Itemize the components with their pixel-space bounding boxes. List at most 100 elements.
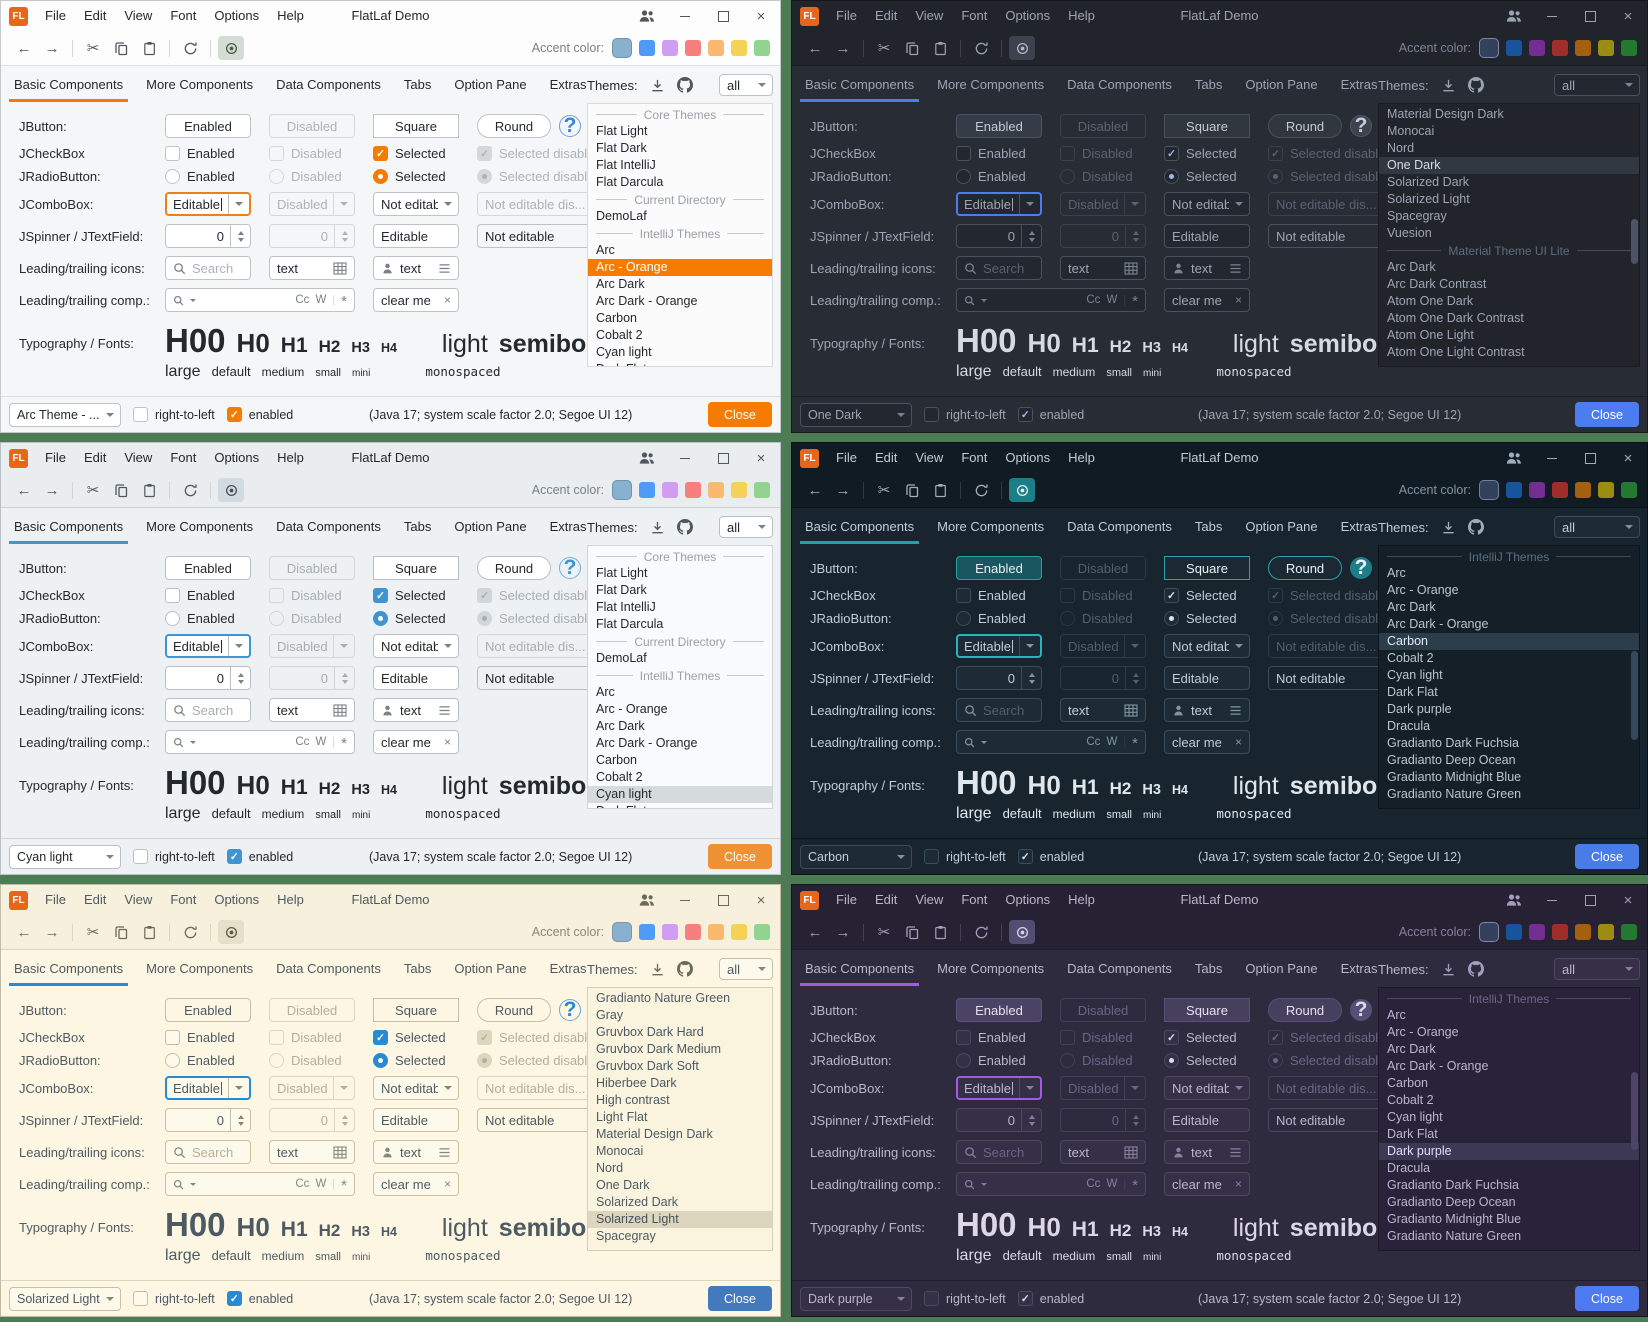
menu-font[interactable]: Font — [161, 885, 205, 915]
round-button[interactable]: Round — [1268, 998, 1342, 1022]
list-icon[interactable] — [438, 705, 451, 716]
text-input-calendar[interactable]: text — [1060, 1140, 1146, 1164]
theme-list-item[interactable]: Atom One Dark Contrast — [1379, 310, 1639, 327]
accent-swatch-6[interactable] — [731, 482, 747, 498]
enabled-checkbox[interactable]: ✓ — [227, 849, 242, 864]
paste-icon[interactable] — [927, 920, 953, 944]
accent-swatch-2[interactable] — [1506, 40, 1522, 56]
tab-basic-components[interactable]: Basic Components — [800, 954, 919, 986]
close-window-button[interactable]: × — [1609, 443, 1647, 473]
accent-swatch-1[interactable] — [1479, 38, 1499, 58]
maximize-button[interactable] — [1571, 1, 1609, 31]
tab-more-components[interactable]: More Components — [932, 954, 1049, 986]
copy-icon[interactable] — [108, 478, 134, 502]
download-icon[interactable] — [1441, 520, 1456, 535]
help-button-primary[interactable]: ? — [1350, 115, 1372, 137]
chevron-down-icon[interactable] — [190, 1183, 196, 1186]
textfield-editable[interactable]: Editable — [373, 666, 459, 690]
menu-options[interactable]: Options — [205, 885, 268, 915]
table-icon[interactable] — [1124, 262, 1138, 275]
theme-list-item[interactable]: Arc Dark — [588, 276, 772, 293]
rtl-checkbox[interactable] — [924, 1291, 939, 1306]
tab-extras[interactable]: Extras — [545, 70, 592, 102]
theme-list-item[interactable]: Nord — [1379, 140, 1639, 157]
cut-icon[interactable]: ✂ — [871, 920, 897, 944]
square-button[interactable]: Square — [373, 114, 459, 138]
theme-list-item[interactable]: Atom One Light — [1379, 327, 1639, 344]
theme-list-item[interactable]: Arc Dark Contrast — [1379, 276, 1639, 293]
eye-toggle-icon[interactable] — [218, 36, 244, 60]
theme-list-item[interactable]: Cyan light — [588, 344, 772, 361]
close-window-button[interactable]: × — [1609, 1, 1647, 31]
back-button[interactable]: ← — [802, 36, 828, 60]
copy-icon[interactable] — [108, 36, 134, 60]
theme-list-item[interactable]: Gradianto Nature Green — [1379, 1228, 1639, 1245]
menu-help[interactable]: Help — [1059, 1, 1104, 31]
accent-swatch-4[interactable] — [1552, 924, 1568, 940]
github-icon[interactable] — [1468, 961, 1484, 977]
menu-options[interactable]: Options — [205, 443, 268, 473]
accent-swatch-4[interactable] — [1552, 482, 1568, 498]
list-scrollbar-thumb[interactable] — [1631, 651, 1638, 740]
accent-swatch-5[interactable] — [708, 924, 724, 940]
theme-list-item[interactable]: High contrast — [588, 1092, 772, 1109]
theme-list-item[interactable]: Cobalt 2 — [588, 327, 772, 344]
theme-list-item[interactable]: Arc Dark — [588, 718, 772, 735]
theme-list-item[interactable]: Gradianto Dark Fuchsia — [1379, 735, 1639, 752]
theme-list-item[interactable]: One Dark — [588, 1177, 772, 1194]
users-icon[interactable] — [1495, 1, 1533, 31]
spinner[interactable]: 0 — [956, 224, 1042, 248]
refresh-icon[interactable] — [968, 478, 994, 502]
menu-options[interactable]: Options — [996, 443, 1059, 473]
table-icon[interactable] — [333, 704, 347, 717]
menu-edit[interactable]: Edit — [75, 1, 115, 31]
accent-swatch-4[interactable] — [685, 482, 701, 498]
theme-list-item[interactable]: Dark Flat — [1379, 1126, 1639, 1143]
accent-swatch-2[interactable] — [639, 924, 655, 940]
menu-options[interactable]: Options — [205, 1, 268, 31]
clear-icon[interactable]: × — [1235, 735, 1242, 749]
theme-list-item[interactable]: Carbon — [1379, 1075, 1639, 1092]
theme-list-item[interactable]: Dark purple — [1379, 701, 1639, 718]
refresh-icon[interactable] — [177, 920, 203, 944]
checkbox-enabled[interactable] — [956, 146, 971, 161]
theme-list-item[interactable]: One Dark — [1379, 157, 1639, 174]
menu-file[interactable]: File — [827, 1, 866, 31]
help-button-primary[interactable]: ? — [559, 999, 581, 1021]
enabled-button[interactable]: Enabled — [165, 998, 251, 1022]
close-window-button[interactable]: × — [1609, 885, 1647, 915]
tab-more-components[interactable]: More Components — [141, 954, 258, 986]
accent-swatch-6[interactable] — [1598, 482, 1614, 498]
accent-swatch-3[interactable] — [662, 482, 678, 498]
accent-swatch-5[interactable] — [1575, 482, 1591, 498]
menu-font[interactable]: Font — [952, 1, 996, 31]
theme-list-item[interactable]: Dark Flat — [1379, 684, 1639, 701]
menu-font[interactable]: Font — [161, 443, 205, 473]
radio-enabled[interactable] — [956, 1053, 971, 1068]
tab-option-pane[interactable]: Option Pane — [1240, 512, 1322, 544]
theme-list-item[interactable]: Spacegray — [588, 1228, 772, 1245]
spinner[interactable]: 0 — [165, 1108, 251, 1132]
whole-words-button[interactable]: W — [1106, 1178, 1117, 1190]
list-icon[interactable] — [1229, 1147, 1242, 1158]
table-icon[interactable] — [333, 1146, 347, 1159]
tab-extras[interactable]: Extras — [545, 512, 592, 544]
round-button[interactable]: Round — [1268, 556, 1342, 580]
tab-data-components[interactable]: Data Components — [271, 954, 386, 986]
theme-list-item[interactable]: Gradianto Nature Green — [588, 990, 772, 1007]
close-button[interactable]: Close — [1575, 402, 1639, 427]
round-button[interactable]: Round — [1268, 114, 1342, 138]
theme-list-item[interactable]: Gradianto Dark Fuchsia — [1379, 1177, 1639, 1194]
theme-list-item[interactable]: Cyan light — [588, 786, 772, 803]
spinner[interactable]: 0 — [165, 666, 251, 690]
theme-selector[interactable]: Cyan light — [9, 845, 121, 869]
whole-words-button[interactable]: W — [315, 1178, 326, 1190]
eye-toggle-icon[interactable] — [1009, 478, 1035, 502]
enabled-button[interactable]: Enabled — [956, 998, 1042, 1022]
tab-tabs[interactable]: Tabs — [399, 954, 436, 986]
search-input[interactable]: Search — [165, 256, 251, 280]
tab-basic-components[interactable]: Basic Components — [9, 512, 128, 544]
theme-list-item[interactable]: Atom One Light Contrast — [1379, 344, 1639, 361]
text-input-person[interactable]: text — [373, 256, 459, 280]
menu-file[interactable]: File — [36, 1, 75, 31]
